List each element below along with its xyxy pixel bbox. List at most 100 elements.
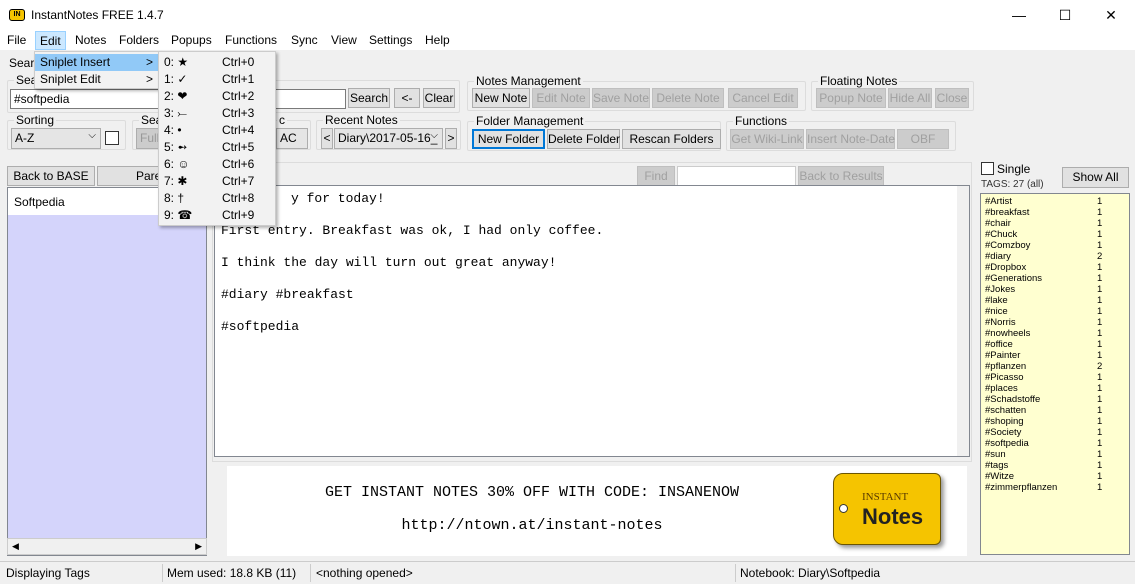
encoding-select[interactable]: AC xyxy=(276,128,308,149)
sorting-checkbox[interactable] xyxy=(105,131,119,145)
sorting-select[interactable]: A-Z ⌵ xyxy=(11,128,101,149)
ad-link[interactable]: http://ntown.at/instant-notes xyxy=(227,517,837,534)
hide-all-button[interactable]: Hide All xyxy=(888,88,932,108)
tag-item[interactable]: #pflanzen 2 xyxy=(985,361,1125,372)
tag-item[interactable]: #Generations 1 xyxy=(985,273,1125,284)
menu-file[interactable]: File xyxy=(7,33,26,47)
menu-settings[interactable]: Settings xyxy=(369,33,412,47)
recent-next-button[interactable]: > xyxy=(445,128,457,149)
tag-item[interactable]: #places 1 xyxy=(985,383,1125,394)
close-button[interactable]: Close xyxy=(935,88,969,108)
sniplet-item[interactable]: 9: ☎ Ctrl+9 xyxy=(159,207,275,224)
note-editor[interactable]: y for today! First entry. Breakfast was … xyxy=(214,185,970,457)
tag-name: #chair xyxy=(985,218,1011,229)
search-mode-select[interactable]: Full xyxy=(136,128,160,149)
tag-item[interactable]: #Society 1 xyxy=(985,427,1125,438)
editor-scrollbar[interactable] xyxy=(957,186,969,456)
sniplet-item[interactable]: 3: ⤚ Ctrl+3 xyxy=(159,105,275,122)
sniplet-item[interactable]: 8: † Ctrl+8 xyxy=(159,190,275,207)
folder-list[interactable]: Softpedia xyxy=(7,187,207,556)
save-note-button[interactable]: Save Note xyxy=(592,88,650,108)
rescan-folders-button[interactable]: Rescan Folders xyxy=(622,129,721,149)
tag-item[interactable]: #breakfast 1 xyxy=(985,207,1125,218)
menu-sync[interactable]: Sync xyxy=(291,33,318,47)
cancel-edit-button[interactable]: Cancel Edit xyxy=(728,88,798,108)
back-to-results-button[interactable]: Back to Results xyxy=(798,166,884,186)
maximize-button[interactable]: ☐ xyxy=(1042,0,1088,30)
menu-help[interactable]: Help xyxy=(425,33,450,47)
obf-button[interactable]: OBF xyxy=(897,129,949,149)
sniplet-item[interactable]: 5: ➻ Ctrl+5 xyxy=(159,139,275,156)
single-checkbox[interactable] xyxy=(981,162,994,175)
menu-item-sniplet-insert[interactable]: Sniplet Insert > xyxy=(35,54,159,71)
minimize-button[interactable]: — xyxy=(996,0,1042,30)
tag-item[interactable]: #Schadstoffe 1 xyxy=(985,394,1125,405)
sniplet-label: 5: ➻ xyxy=(164,140,188,154)
delete-note-button[interactable]: Delete Note xyxy=(652,88,724,108)
tag-item[interactable]: #softpedia 1 xyxy=(985,438,1125,449)
tag-item[interactable]: #nice 1 xyxy=(985,306,1125,317)
menu-popups[interactable]: Popups xyxy=(171,33,212,47)
close-button[interactable]: ✕ xyxy=(1088,0,1134,30)
tag-count: 1 xyxy=(1097,405,1103,416)
tag-item[interactable]: #zimmerpflanzen 1 xyxy=(985,482,1125,493)
folder-list-scrollbar[interactable]: ◀ ▶ xyxy=(7,538,207,555)
search-button[interactable]: Search xyxy=(348,88,390,108)
tag-item[interactable]: #Comzboy 1 xyxy=(985,240,1125,251)
tag-item[interactable]: #Dropbox 1 xyxy=(985,262,1125,273)
new-note-button[interactable]: New Note xyxy=(472,88,530,108)
tag-item[interactable]: #Artist 1 xyxy=(985,196,1125,207)
sniplet-item[interactable]: 1: ✓ Ctrl+1 xyxy=(159,71,275,88)
tag-item[interactable]: #Norris 1 xyxy=(985,317,1125,328)
sniplet-label: 0: ★ xyxy=(164,55,189,69)
get-wiki-link-button[interactable]: Get Wiki-Link xyxy=(730,129,804,149)
tag-item[interactable]: #nowheels 1 xyxy=(985,328,1125,339)
scroll-right-icon[interactable]: ▶ xyxy=(195,539,202,554)
delete-folder-button[interactable]: Delete Folder xyxy=(547,129,620,149)
recent-prev-button[interactable]: < xyxy=(321,128,333,149)
tag-item[interactable]: #sun 1 xyxy=(985,449,1125,460)
ad-promo-text[interactable]: GET INSTANT NOTES 30% OFF WITH CODE: INS… xyxy=(227,484,837,501)
tag-list[interactable]: #Artist 1 #breakfast 1 #chair 1 #Chuck 1 #Comzbo… xyxy=(980,193,1130,555)
status-memory: Mem used: 18.8 KB (11) xyxy=(167,566,297,580)
clear-button[interactable]: Clear xyxy=(423,88,455,108)
sniplet-item[interactable]: 0: ★ Ctrl+0 xyxy=(159,54,275,71)
tag-count: 1 xyxy=(1097,196,1103,207)
show-all-button[interactable]: Show All xyxy=(1062,167,1129,188)
tag-item[interactable]: #tags 1 xyxy=(985,460,1125,471)
tag-name: #Generations xyxy=(985,273,1043,284)
search-back-button[interactable]: <- xyxy=(394,88,420,108)
find-input[interactable] xyxy=(677,166,796,186)
popup-note-button[interactable]: Popup Note xyxy=(816,88,886,108)
tag-item[interactable]: #Picasso 1 xyxy=(985,372,1125,383)
menu-item-sniplet-edit[interactable]: Sniplet Edit > xyxy=(35,71,159,88)
tag-count: 1 xyxy=(1097,317,1103,328)
tag-item[interactable]: #Jokes 1 xyxy=(985,284,1125,295)
recent-notes-select[interactable]: Diary\2017-05-16_ ⌵ xyxy=(334,128,443,149)
tag-item[interactable]: #Painter 1 xyxy=(985,350,1125,361)
back-to-base-button[interactable]: Back to BASE xyxy=(7,166,95,186)
new-folder-button[interactable]: New Folder xyxy=(472,129,545,149)
tag-item[interactable]: #Chuck 1 xyxy=(985,229,1125,240)
tag-item[interactable]: #diary 2 xyxy=(985,251,1125,262)
tag-item[interactable]: #office 1 xyxy=(985,339,1125,350)
sniplet-item[interactable]: 6: ☺ Ctrl+6 xyxy=(159,156,275,173)
tag-item[interactable]: #lake 1 xyxy=(985,295,1125,306)
tag-item[interactable]: #schatten 1 xyxy=(985,405,1125,416)
instant-notes-logo[interactable]: INSTANT Notes xyxy=(833,473,941,545)
sniplet-item[interactable]: 2: ❤ Ctrl+2 xyxy=(159,88,275,105)
menu-view[interactable]: View xyxy=(331,33,357,47)
menu-edit[interactable]: Edit xyxy=(35,31,66,50)
tag-item[interactable]: #Witze 1 xyxy=(985,471,1125,482)
scroll-left-icon[interactable]: ◀ xyxy=(12,541,19,551)
menu-folders[interactable]: Folders xyxy=(119,33,159,47)
menu-notes[interactable]: Notes xyxy=(75,33,106,47)
find-button[interactable]: Find xyxy=(637,166,675,186)
tag-item[interactable]: #chair 1 xyxy=(985,218,1125,229)
tag-item[interactable]: #shoping 1 xyxy=(985,416,1125,427)
sniplet-item[interactable]: 7: ✱ Ctrl+7 xyxy=(159,173,275,190)
insert-note-date-button[interactable]: Insert Note-Date xyxy=(806,129,895,149)
menu-functions[interactable]: Functions xyxy=(225,33,277,47)
edit-note-button[interactable]: Edit Note xyxy=(532,88,590,108)
sniplet-item[interactable]: 4: • Ctrl+4 xyxy=(159,122,275,139)
